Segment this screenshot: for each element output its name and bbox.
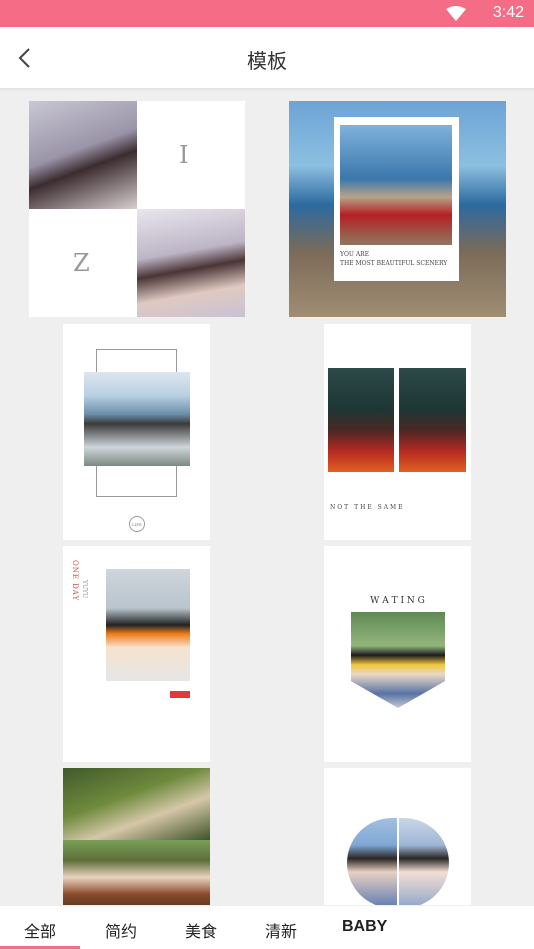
wifi-icon (446, 6, 466, 25)
template-photo (63, 768, 210, 840)
template-text: THE MOST BEAUTIFUL SCENERY (340, 260, 448, 267)
template-letter: I (179, 141, 189, 169)
template-photo (84, 372, 190, 466)
template-card[interactable]: NOT THE SAME (324, 324, 471, 540)
template-vertical-text: ONE DAY (71, 560, 79, 602)
template-word: W A T I N G (370, 596, 425, 606)
template-vertical-text: YUYU (81, 580, 88, 599)
app-bar: 模板 (0, 27, 534, 89)
template-photo (399, 818, 449, 905)
tab-simple[interactable]: 简约 (105, 918, 137, 942)
tab-food[interactable]: 美食 (185, 918, 217, 942)
polaroid-frame: YOU ARE THE MOST BEAUTIFUL SCENERY (334, 117, 459, 281)
template-photo (137, 209, 245, 317)
template-photo (106, 569, 190, 681)
tab-all[interactable]: 全部 (24, 918, 56, 942)
clock: 3:42 (492, 4, 524, 21)
template-photo (63, 840, 210, 905)
template-card[interactable]: LIFE (63, 324, 210, 540)
template-card[interactable]: W A T I N G (324, 546, 471, 762)
status-bar: 3:42 (0, 0, 534, 27)
tab-fresh[interactable]: 清新 (265, 918, 297, 942)
template-grid: I Z YOU ARE THE MOST BEAUTIFUL SCENERY L… (0, 90, 534, 905)
badge-circle: LIFE (129, 516, 145, 532)
template-card[interactable] (324, 768, 471, 905)
tab-baby[interactable]: BABY (342, 918, 387, 936)
template-card[interactable]: ONE DAY YUYU (63, 546, 210, 762)
red-tag (170, 691, 190, 698)
template-photo (340, 125, 452, 245)
template-photo (328, 368, 394, 472)
category-tabs: 全部 简约 美食 清新 BABY (0, 905, 534, 949)
template-caption: NOT THE SAME (330, 504, 405, 511)
template-letter: Z (73, 249, 90, 277)
page-title: 模板 (247, 49, 287, 73)
badge-text: LIFE (132, 521, 142, 527)
template-photo (29, 101, 137, 209)
template-photo (347, 818, 397, 905)
template-photo (399, 368, 466, 472)
template-card[interactable]: YOU ARE THE MOST BEAUTIFUL SCENERY (289, 101, 506, 317)
template-card[interactable] (63, 768, 210, 905)
template-text: YOU ARE (340, 251, 370, 258)
template-photo (351, 612, 445, 708)
template-card[interactable]: I Z (29, 101, 245, 317)
